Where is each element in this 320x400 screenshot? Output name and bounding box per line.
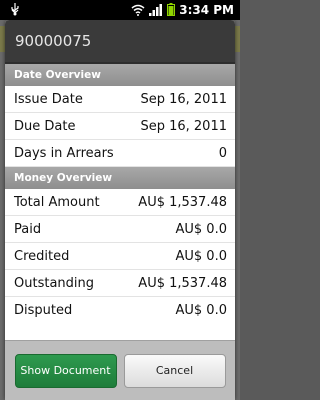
dialog-title: 90000075 [5,20,235,64]
row-days-in-arrears: Days in Arrears 0 [5,140,235,167]
show-document-button[interactable]: Show Document [14,353,117,388]
row-value: Sep 16, 2011 [140,91,227,107]
section-header-date-overview: Date Overview [5,64,235,86]
row-value: 0 [218,145,227,161]
wifi-icon [131,1,145,20]
dialog-button-bar: Show Document Cancel [5,340,235,400]
signal-icon [149,1,163,20]
row-label: Days in Arrears [14,145,114,161]
row-value: Sep 16, 2011 [140,118,227,134]
row-label: Paid [14,221,42,237]
row-paid: Paid AU$ 0.0 [5,216,235,243]
battery-icon [167,1,176,20]
clock: 3:34 PM [179,3,234,17]
usb-icon [8,1,22,20]
row-value: AU$ 0.0 [175,303,228,318]
row-label: Total Amount [14,194,100,210]
row-outstanding: Outstanding AU$ 1,537.48 [5,270,235,297]
dialog-content: Date Overview Issue Date Sep 16, 2011 Du… [5,64,235,334]
invoice-dialog: 90000075 Date Overview Issue Date Sep 16… [5,20,235,400]
row-label: Disputed [14,303,73,318]
row-value: AU$ 1,537.48 [138,194,227,210]
row-value: AU$ 1,537.48 [138,275,227,291]
section-header-money-overview: Money Overview [5,167,235,189]
row-label: Outstanding [14,275,94,291]
status-bar: 3:34 PM [0,0,240,20]
cancel-button[interactable]: Cancel [123,353,226,388]
row-label: Issue Date [14,91,83,107]
row-due-date: Due Date Sep 16, 2011 [5,113,235,140]
row-credited: Credited AU$ 0.0 [5,243,235,270]
row-total-amount: Total Amount AU$ 1,537.48 [5,189,235,216]
row-issue-date: Issue Date Sep 16, 2011 [5,86,235,113]
row-value: AU$ 0.0 [175,248,228,264]
row-disputed: Disputed AU$ 0.0 [5,297,235,324]
row-value: AU$ 0.0 [175,221,228,237]
row-label: Due Date [14,118,76,134]
row-label: Credited [14,248,70,264]
